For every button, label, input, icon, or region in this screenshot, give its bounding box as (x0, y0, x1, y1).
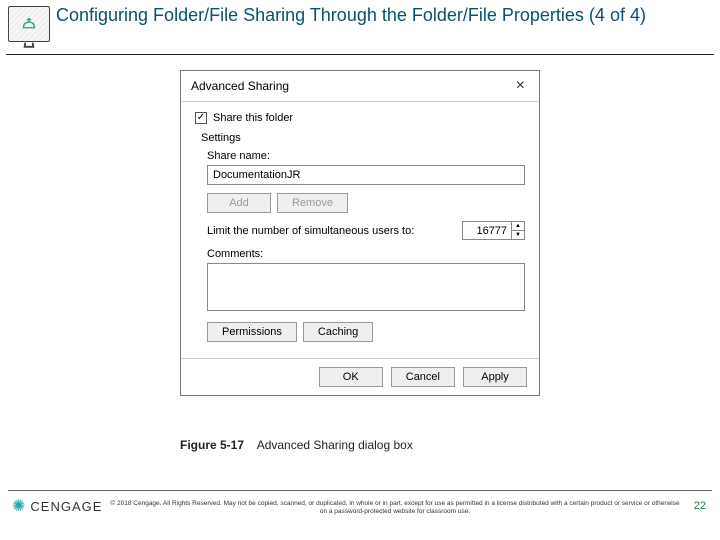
permissions-button[interactable]: Permissions (207, 322, 297, 342)
ok-button[interactable]: OK (319, 367, 383, 387)
advanced-sharing-dialog: Advanced Sharing × ✓ Share this folder S… (180, 70, 540, 396)
figure-number: Figure 5-17 (180, 438, 244, 452)
page-number: 22 (694, 500, 706, 512)
comments-input[interactable] (207, 263, 525, 311)
chevron-up-icon[interactable]: ▲ (512, 222, 524, 231)
dialog-title-text: Advanced Sharing (191, 79, 289, 93)
cancel-button[interactable]: Cancel (391, 367, 455, 387)
brand-text: CENGAGE (30, 499, 102, 514)
chevron-down-icon[interactable]: ▼ (512, 231, 524, 239)
figure-caption-text: Advanced Sharing dialog box (257, 438, 413, 452)
remove-button[interactable]: Remove (277, 193, 348, 213)
checkbox-checked-icon: ✓ (195, 112, 207, 124)
figure-caption: Figure 5-17 Advanced Sharing dialog box (180, 438, 413, 452)
brand-logo: ✺ CENGAGE (12, 496, 102, 516)
share-name-label: Share name: (207, 150, 525, 162)
share-name-input[interactable] (207, 165, 525, 185)
title-divider (6, 54, 714, 55)
burst-icon: ✺ (12, 496, 26, 516)
comments-label: Comments: (207, 248, 525, 260)
apply-button[interactable]: Apply (463, 367, 527, 387)
dialog-footer: OK Cancel Apply (181, 358, 539, 395)
slide-monitor-icon (8, 6, 50, 42)
monitor-stand-icon (24, 43, 35, 48)
limit-users-stepper[interactable]: ▲ ▼ (462, 221, 525, 240)
copyright-text: © 2018 Cengage. All Rights Reserved. May… (110, 500, 680, 517)
close-icon[interactable]: × (512, 77, 529, 95)
limit-users-input[interactable] (463, 223, 511, 239)
share-folder-checkbox[interactable]: ✓ Share this folder (195, 112, 525, 124)
stepper-arrows[interactable]: ▲ ▼ (511, 222, 524, 239)
caching-button[interactable]: Caching (303, 322, 373, 342)
share-folder-label: Share this folder (213, 112, 293, 124)
limit-users-label: Limit the number of simultaneous users t… (207, 225, 414, 237)
footer-divider (8, 490, 712, 491)
slide-title: Configuring Folder/File Sharing Through … (56, 4, 710, 27)
dialog-titlebar: Advanced Sharing × (181, 71, 539, 102)
add-button[interactable]: Add (207, 193, 271, 213)
settings-group-label: Settings (195, 132, 525, 144)
